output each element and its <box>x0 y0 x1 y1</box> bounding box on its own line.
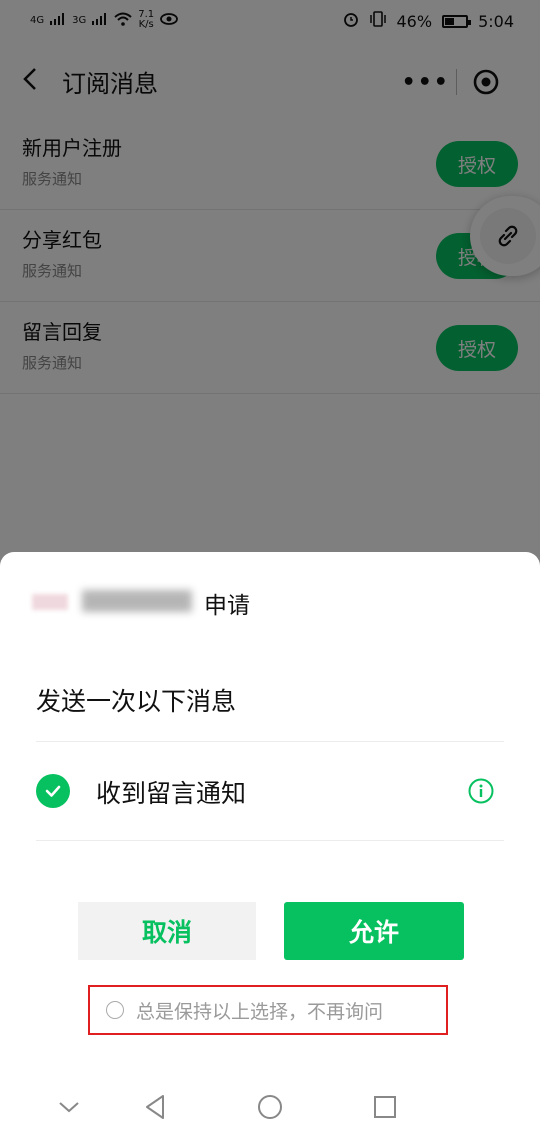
message-item-label: 收到留言通知 <box>96 779 247 808</box>
blurred-app-name <box>32 588 204 614</box>
apply-label: 申请 <box>204 593 250 619</box>
remember-choice-label: 总是保持以上选择，不再询问 <box>136 1000 384 1023</box>
blurred-app-icon <box>32 594 68 610</box>
blurred-app-title <box>82 590 192 612</box>
divider <box>36 840 504 841</box>
sheet-heading: 发送一次以下消息 <box>36 687 237 716</box>
cancel-button[interactable]: 取消 <box>78 902 256 960</box>
checkmark-icon[interactable] <box>36 774 70 808</box>
radio-icon[interactable] <box>106 1001 124 1019</box>
back-triangle-icon[interactable] <box>140 1092 170 1122</box>
subscribe-permission-sheet: 申请 发送一次以下消息 收到留言通知 取消 允许 总是保持以上选择，不再询问 <box>0 552 540 1140</box>
system-navigation-bar <box>0 1074 540 1140</box>
remember-choice-option[interactable]: 总是保持以上选择，不再询问 <box>88 985 448 1035</box>
home-circle-icon[interactable] <box>255 1092 285 1122</box>
divider <box>36 741 504 742</box>
recents-square-icon[interactable] <box>370 1092 400 1122</box>
allow-button[interactable]: 允许 <box>284 902 464 960</box>
chevron-down-icon[interactable] <box>54 1092 84 1122</box>
info-icon[interactable] <box>468 778 494 804</box>
